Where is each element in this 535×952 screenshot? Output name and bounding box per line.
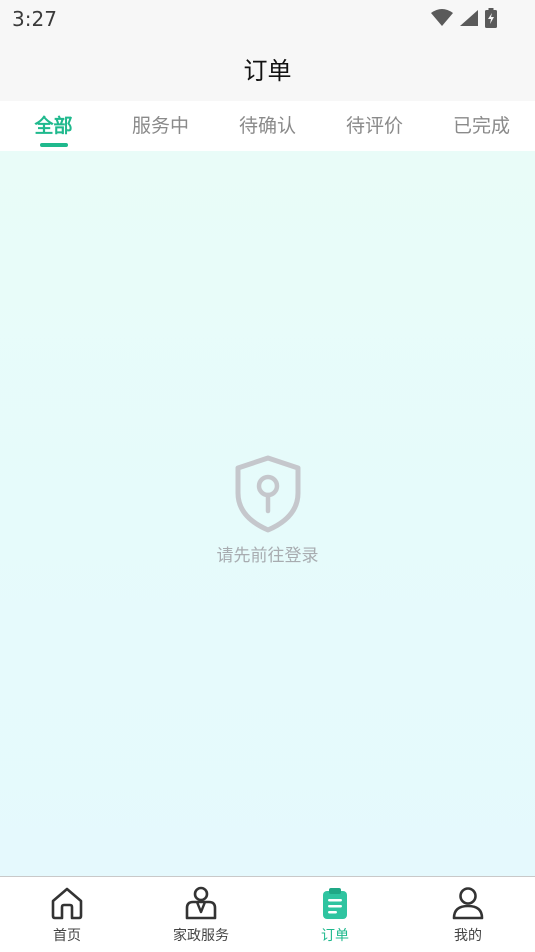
status-time: 3:27 xyxy=(12,7,57,31)
home-icon xyxy=(51,887,83,920)
status-icons xyxy=(431,7,497,29)
order-tabs: 全部 服务中 待确认 待评价 已完成 xyxy=(0,101,535,151)
clipboard-icon xyxy=(323,888,347,919)
tabbar-label: 首页 xyxy=(53,928,81,944)
tabbar-orders[interactable]: 订单 xyxy=(268,877,402,952)
page-header: 订单 xyxy=(0,36,535,101)
page-title: 订单 xyxy=(243,57,292,85)
bottom-tabbar: 首页 家政服务 订单 我的 xyxy=(0,876,535,952)
tabbar-mine[interactable]: 我的 xyxy=(401,877,535,952)
user-icon xyxy=(452,887,484,920)
tabbar-housekeeping[interactable]: 家政服务 xyxy=(134,877,268,952)
wifi-icon xyxy=(431,9,453,26)
tab-to-confirm[interactable]: 待确认 xyxy=(214,101,321,151)
cell-signal-icon xyxy=(460,10,478,26)
shield-icon xyxy=(235,455,301,533)
service-person-icon xyxy=(185,886,217,920)
tab-to-review[interactable]: 待评价 xyxy=(321,101,428,151)
tab-completed[interactable]: 已完成 xyxy=(428,101,535,151)
tabbar-home[interactable]: 首页 xyxy=(0,877,134,952)
status-bar: 3:27 xyxy=(0,0,535,36)
login-prompt[interactable]: 请先前往登录 xyxy=(0,541,535,566)
tab-in-service[interactable]: 服务中 xyxy=(107,101,214,151)
tabbar-label: 订单 xyxy=(321,928,349,944)
battery-icon xyxy=(485,8,497,28)
tabbar-label: 我的 xyxy=(454,928,482,944)
active-tab-indicator xyxy=(40,143,68,147)
tabbar-label: 家政服务 xyxy=(173,928,229,944)
